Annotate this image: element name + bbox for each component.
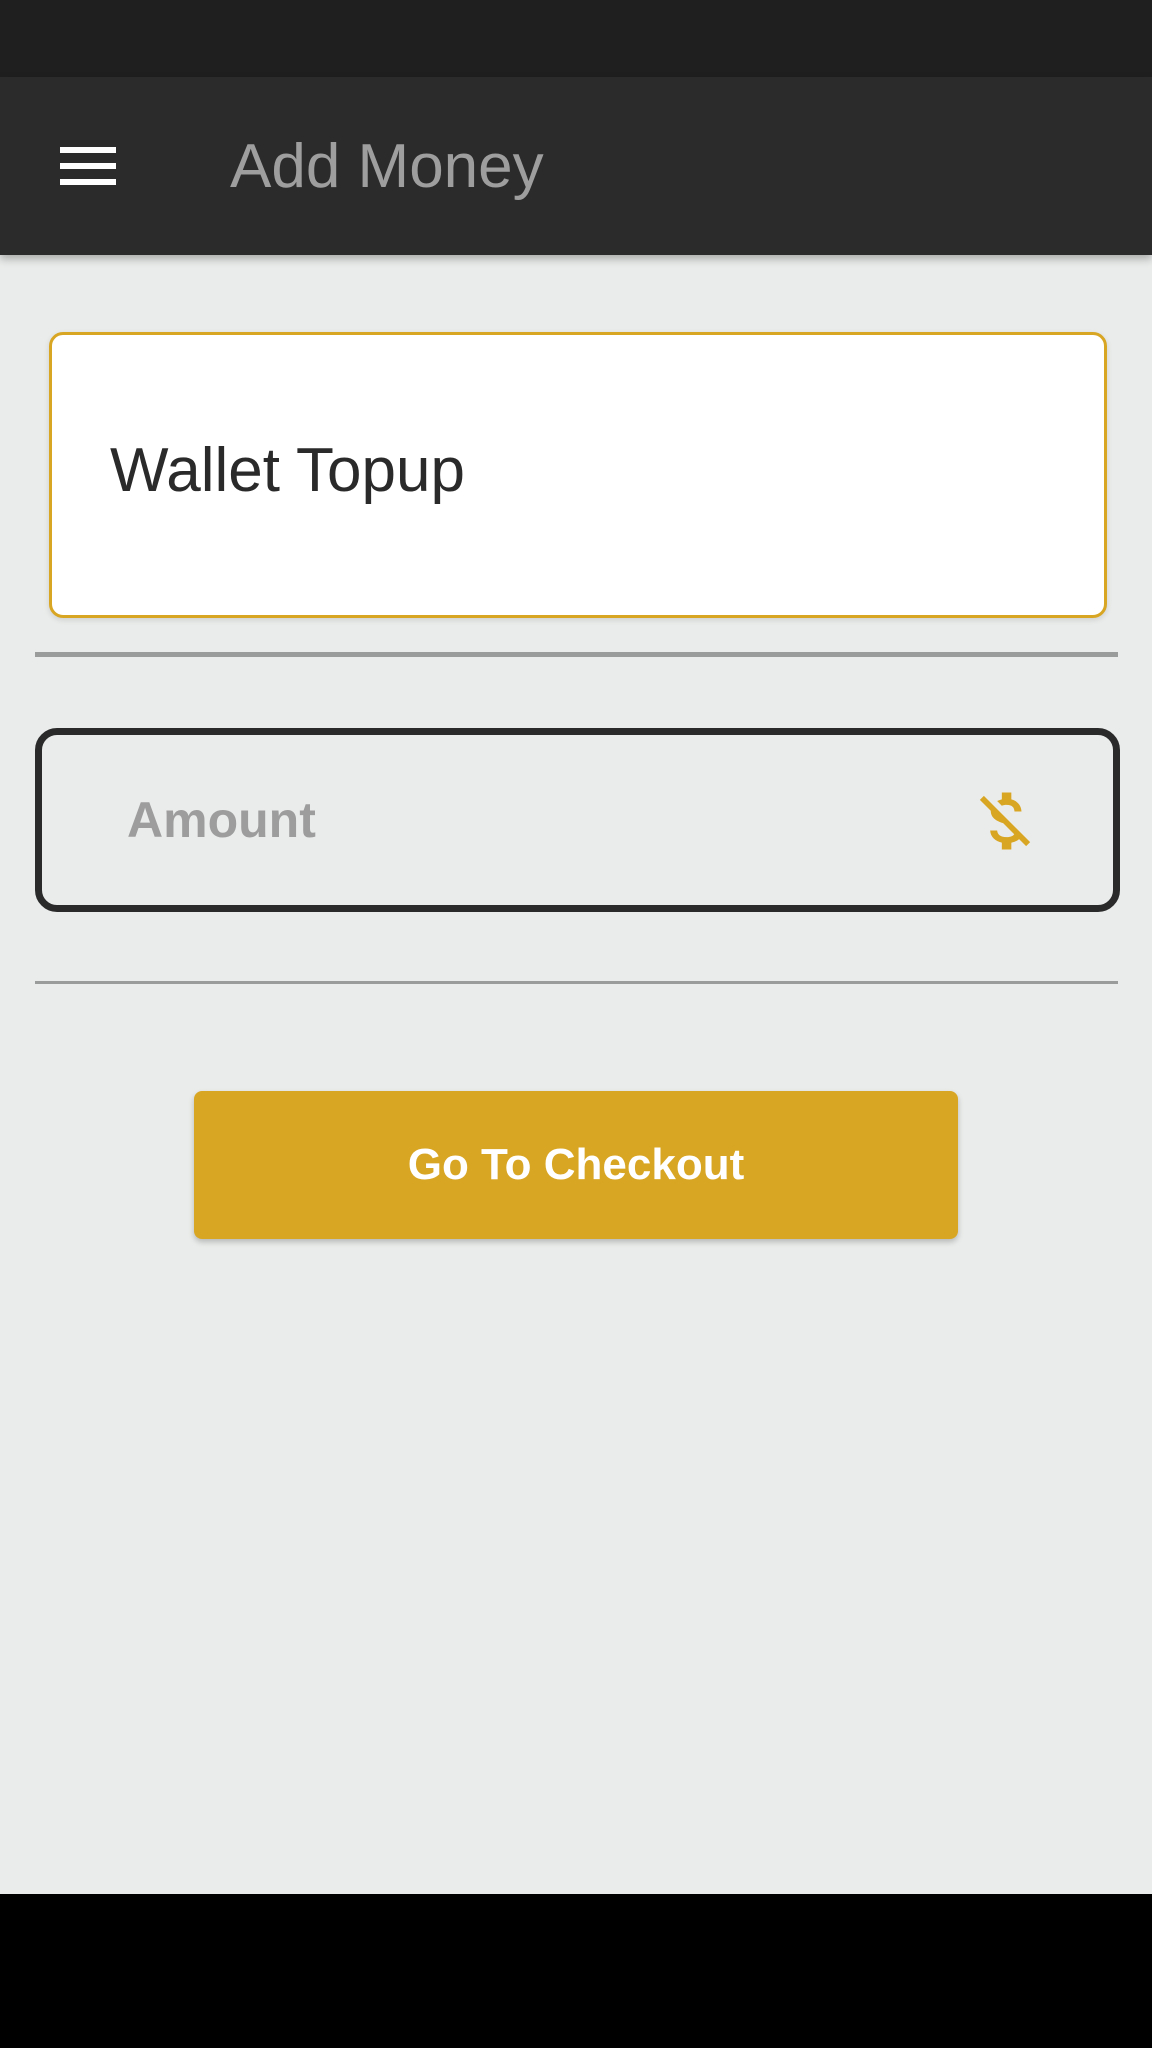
divider <box>35 652 1118 657</box>
checkout-button-label: Go To Checkout <box>407 1140 745 1189</box>
divider <box>35 981 1118 984</box>
status-bar <box>0 0 1152 77</box>
system-navigation-bar <box>0 1894 1152 2048</box>
go-to-checkout-button[interactable]: Go To Checkout <box>194 1091 958 1239</box>
wallet-topup-label: Wallet Topup <box>110 436 465 505</box>
app-bar: Add Money <box>0 77 1152 255</box>
amount-field[interactable] <box>35 728 1120 912</box>
page-title: Add Money <box>230 132 544 201</box>
dollar-off-icon <box>967 783 1043 859</box>
wallet-topup-card: Wallet Topup <box>49 332 1107 618</box>
hamburger-menu-icon[interactable] <box>56 143 120 189</box>
amount-input[interactable] <box>42 735 922 905</box>
